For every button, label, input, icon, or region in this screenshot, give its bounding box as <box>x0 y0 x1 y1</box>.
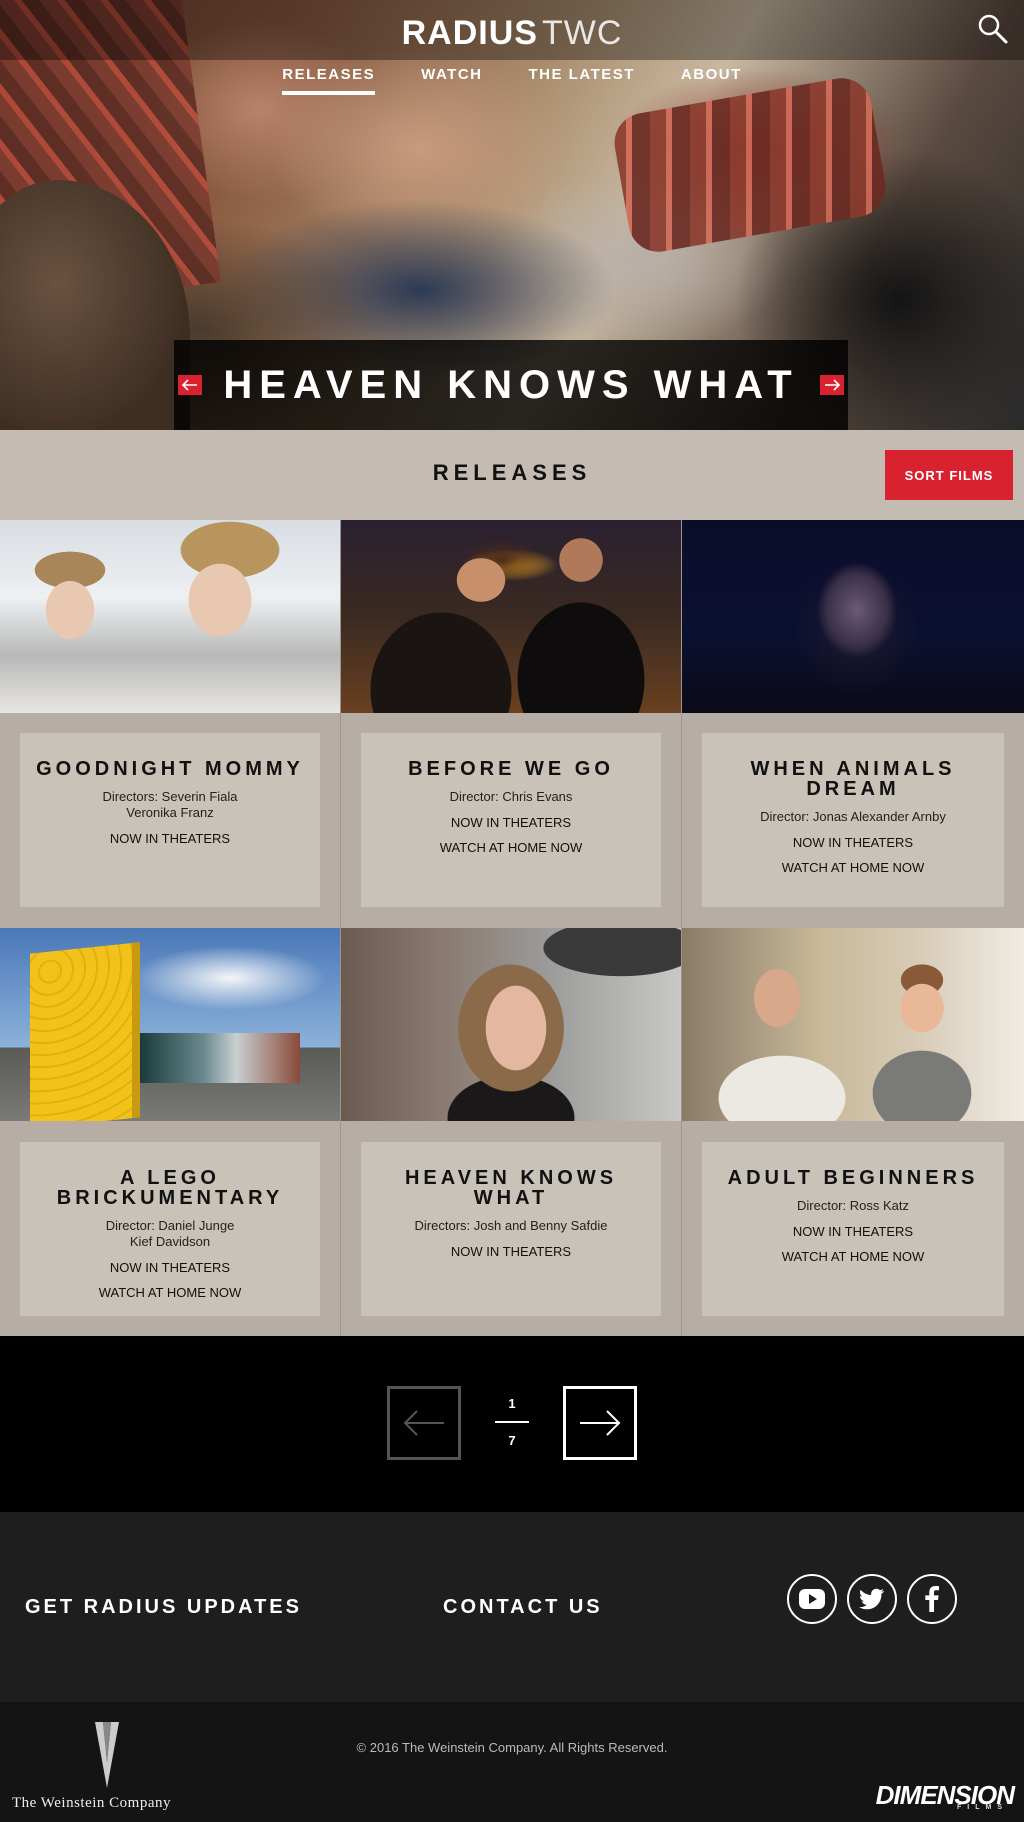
film-title[interactable]: WHEN ANIMALS DREAM <box>712 759 994 799</box>
youtube-icon <box>799 1589 825 1609</box>
nav-item-releases[interactable]: RELEASES <box>282 66 376 95</box>
weinstein-company-logo[interactable]: The Weinstein Company <box>12 1722 192 1812</box>
film-tile: WHEN ANIMALS DREAM Director: Jonas Alexa… <box>682 520 1024 928</box>
film-card: WHEN ANIMALS DREAM Director: Jonas Alexa… <box>702 733 1004 907</box>
sort-films-button[interactable]: SORT FILMS <box>885 450 1013 500</box>
main-nav: RELEASES WATCH THE LATEST ABOUT <box>0 66 1024 95</box>
watch-at-home-link[interactable]: WATCH AT HOME NOW <box>30 1285 310 1300</box>
watch-at-home-link[interactable]: WATCH AT HOME NOW <box>712 860 994 875</box>
film-grid: GOODNIGHT MOMMY Directors: Severin Fiala… <box>0 520 1024 1336</box>
site-logo[interactable]: RADIUS TWC <box>0 14 1024 53</box>
hero-next-button[interactable] <box>820 375 844 395</box>
logo-primary: RADIUS <box>401 14 538 52</box>
film-tile: GOODNIGHT MOMMY Directors: Severin Fiala… <box>0 520 341 928</box>
releases-header: RELEASES SORT FILMS <box>0 430 1024 520</box>
facebook-button[interactable] <box>907 1574 957 1624</box>
film-director: Director: Jonas Alexander Arnby <box>760 809 946 824</box>
twitter-icon <box>859 1588 884 1610</box>
film-still[interactable] <box>0 520 340 713</box>
now-in-theaters-link[interactable]: NOW IN THEATERS <box>371 815 651 830</box>
twitter-button[interactable] <box>847 1574 897 1624</box>
hero-title-bar: HEAVEN KNOWS WHAT <box>174 340 848 430</box>
now-in-theaters-link[interactable]: NOW IN THEATERS <box>30 831 310 846</box>
facebook-icon <box>925 1586 939 1612</box>
film-title[interactable]: HEAVEN KNOWS WHAT <box>371 1168 651 1208</box>
search-button[interactable] <box>976 12 1010 46</box>
film-title[interactable]: ADULT BEGINNERS <box>712 1168 994 1188</box>
now-in-theaters-link[interactable]: NOW IN THEATERS <box>30 1260 310 1275</box>
legal-bar: The Weinstein Company © 2016 The Weinste… <box>0 1702 1024 1822</box>
current-page: 1 <box>508 1396 516 1411</box>
twc-logo-mark <box>95 1722 119 1788</box>
arrow-right-icon <box>825 379 840 391</box>
film-title[interactable]: GOODNIGHT MOMMY <box>30 759 310 779</box>
nav-item-watch[interactable]: WATCH <box>421 66 482 95</box>
page-title: RELEASES <box>432 460 592 485</box>
film-card: GOODNIGHT MOMMY Directors: Severin Fiala… <box>20 733 320 907</box>
film-tile: A LEGO BRICKUMENTARY Director: Daniel Ju… <box>0 928 341 1336</box>
film-director: Director: Chris Evans <box>449 789 573 804</box>
page-divider <box>495 1421 529 1423</box>
film-tile: BEFORE WE GO Director: Chris Evans NOW I… <box>341 520 682 928</box>
dimension-logo-sub: FILMS <box>957 1804 1008 1811</box>
total-pages: 7 <box>508 1433 516 1448</box>
film-director: Directors: Severin Fiala Veronika Franz <box>102 789 238 820</box>
film-title[interactable]: BEFORE WE GO <box>371 759 651 779</box>
prev-page-button[interactable] <box>387 1386 461 1460</box>
film-still-detail <box>140 1033 300 1083</box>
film-card: HEAVEN KNOWS WHAT Directors: Josh and Be… <box>361 1142 661 1316</box>
film-director: Director: Daniel Junge Kief Davidson <box>105 1218 235 1249</box>
film-director: Director: Ross Katz <box>797 1198 909 1213</box>
film-still[interactable] <box>682 928 1024 1121</box>
search-icon <box>978 14 1008 44</box>
film-card: BEFORE WE GO Director: Chris Evans NOW I… <box>361 733 661 907</box>
copyright-text: © 2016 The Weinstein Company. All Rights… <box>356 1740 668 1755</box>
watch-at-home-link[interactable]: WATCH AT HOME NOW <box>371 840 651 855</box>
footer: GET RADIUS UPDATES CONTACT US <box>0 1512 1024 1702</box>
film-card: ADULT BEGINNERS Director: Ross Katz NOW … <box>702 1142 1004 1316</box>
nav-item-the-latest[interactable]: THE LATEST <box>529 66 635 95</box>
film-director: Directors: Josh and Benny Safdie <box>414 1218 608 1233</box>
pagination: 1 7 <box>0 1336 1024 1512</box>
hero-title[interactable]: HEAVEN KNOWS WHAT <box>223 363 798 408</box>
logo-secondary: TWC <box>541 14 623 52</box>
contact-us-link[interactable]: CONTACT US <box>443 1596 603 1619</box>
nav-item-about[interactable]: ABOUT <box>681 66 742 95</box>
now-in-theaters-link[interactable]: NOW IN THEATERS <box>371 1244 651 1259</box>
film-card: A LEGO BRICKUMENTARY Director: Daniel Ju… <box>20 1142 320 1316</box>
film-still-detail <box>30 942 140 1121</box>
twc-logo-text: The Weinstein Company <box>12 1795 171 1811</box>
now-in-theaters-link[interactable]: NOW IN THEATERS <box>712 835 994 850</box>
hero-image-detail <box>609 73 891 257</box>
hero-prev-button[interactable] <box>178 375 202 395</box>
watch-at-home-link[interactable]: WATCH AT HOME NOW <box>712 1249 994 1264</box>
arrow-right-icon <box>580 1410 621 1436</box>
film-title[interactable]: A LEGO BRICKUMENTARY <box>30 1168 310 1208</box>
hero-banner: RADIUS TWC RELEASES WATCH THE LATEST ABOU… <box>0 0 1024 430</box>
film-still[interactable] <box>341 928 681 1121</box>
arrow-left-icon <box>403 1410 444 1436</box>
youtube-button[interactable] <box>787 1574 837 1624</box>
get-updates-link[interactable]: GET RADIUS UPDATES <box>25 1596 302 1619</box>
page-indicator: 1 7 <box>492 1396 532 1448</box>
arrow-left-icon <box>182 379 197 391</box>
film-still[interactable] <box>341 520 681 713</box>
film-tile: ADULT BEGINNERS Director: Ross Katz NOW … <box>682 928 1024 1336</box>
dimension-films-logo[interactable]: DIMENSION FILMS <box>876 1780 1015 1811</box>
film-still[interactable] <box>682 520 1024 713</box>
next-page-button[interactable] <box>563 1386 637 1460</box>
film-tile: HEAVEN KNOWS WHAT Directors: Josh and Be… <box>341 928 682 1336</box>
film-still[interactable] <box>0 928 340 1121</box>
now-in-theaters-link[interactable]: NOW IN THEATERS <box>712 1224 994 1239</box>
